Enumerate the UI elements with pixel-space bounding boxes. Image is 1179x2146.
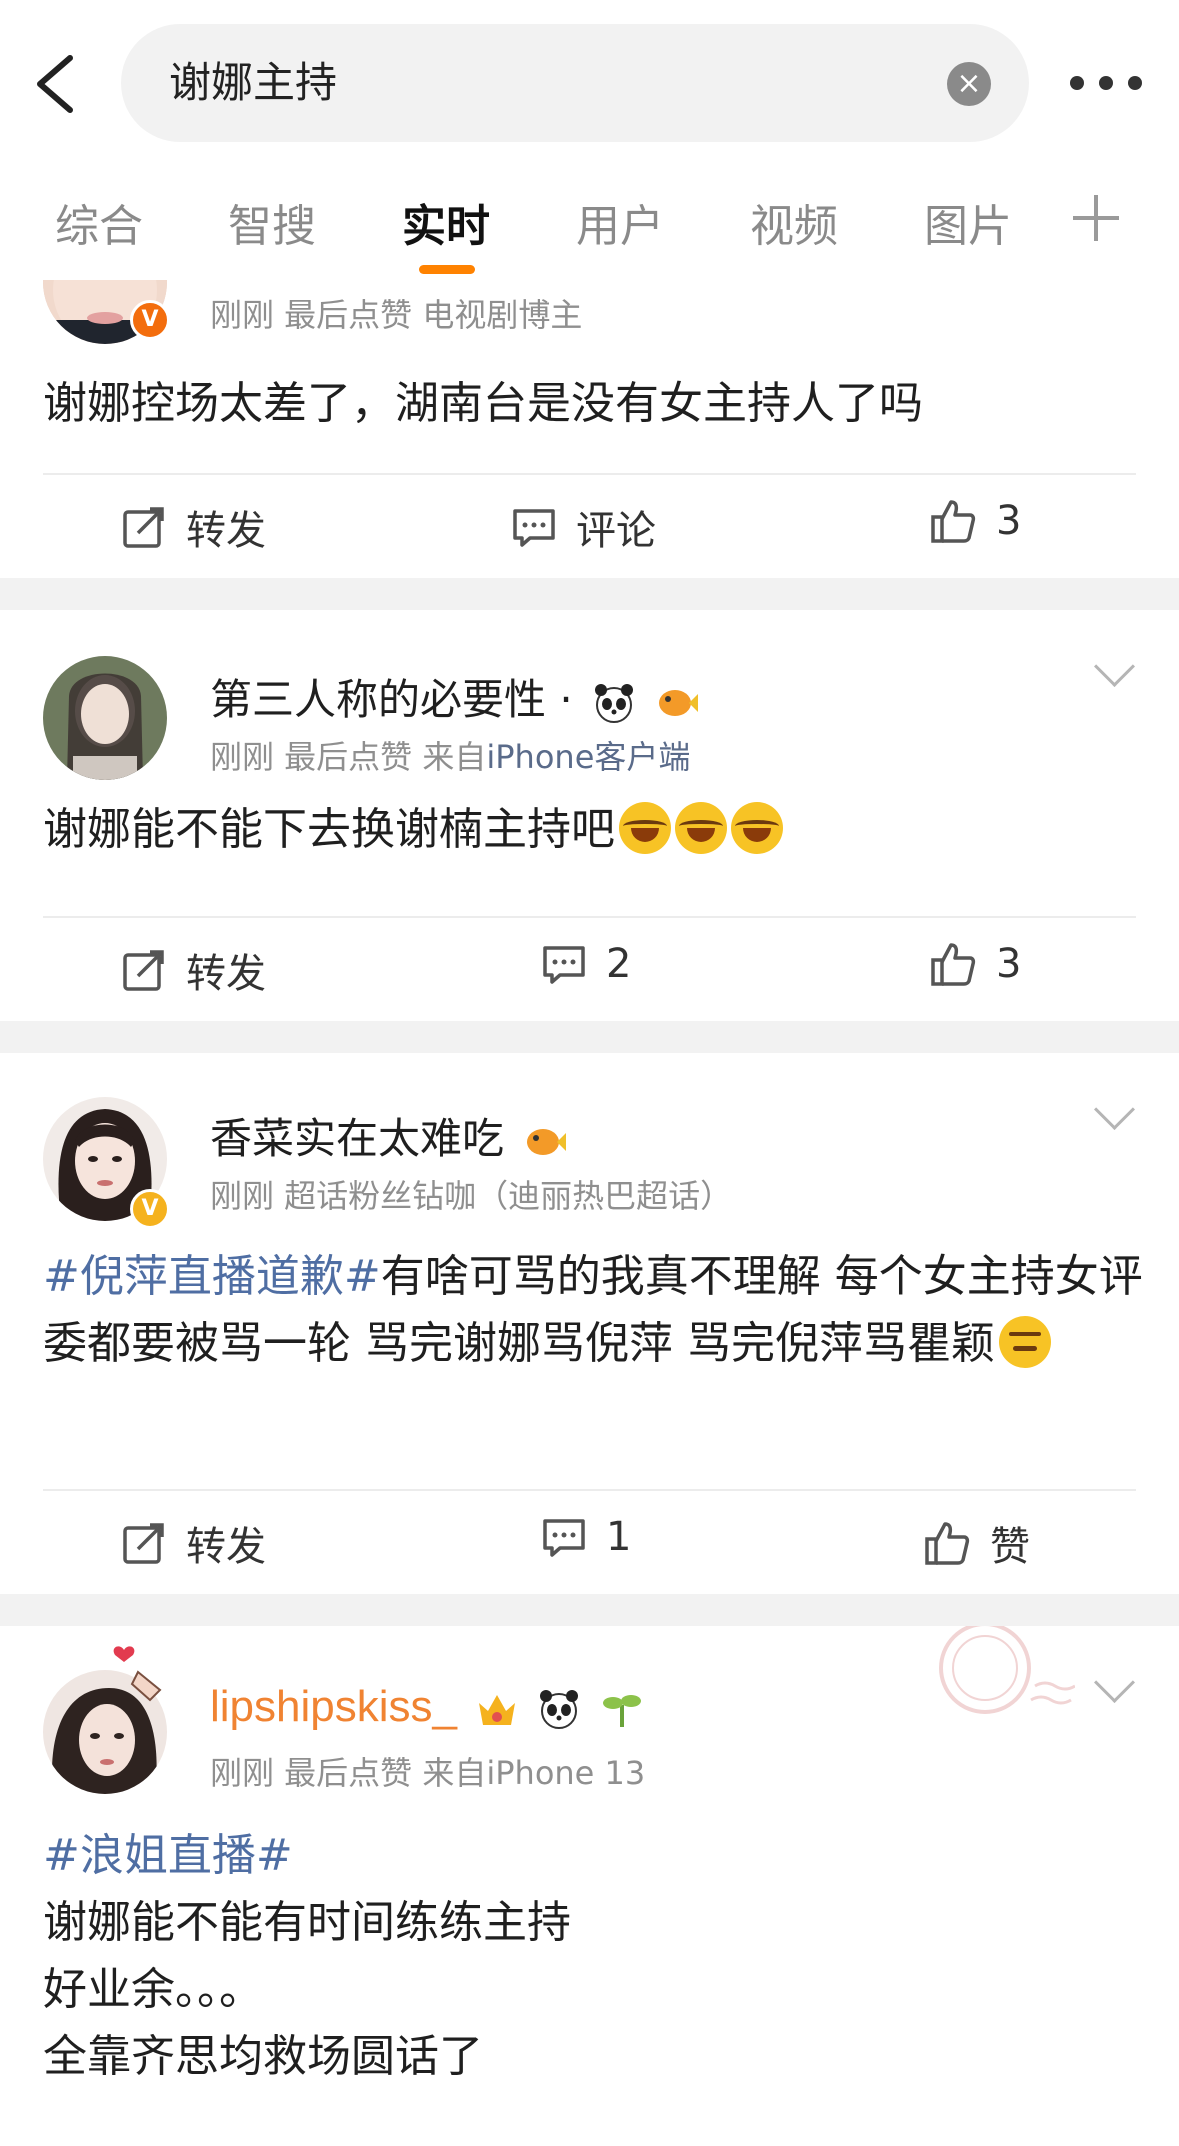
divider [43,473,1136,475]
tab-images[interactable]: 图片 [924,190,1012,254]
repost-button[interactable]: 转发 [122,498,266,556]
username[interactable]: 香菜实在太难吃 [210,1105,567,1166]
laugh-cry-emoji-icon [731,802,783,854]
comment-icon [543,946,585,984]
feed: V 刚刚 最后点赞 电视剧博主 谢娜控场太差了，湖南台是没有女主持人了吗 转发 … [0,220,1179,2146]
sprout-icon [602,1695,641,1728]
back-arrow-icon[interactable] [28,52,84,116]
post-text-block: 谢娜能不能下去换谢楠主持吧 [43,796,1143,863]
post-text-block: #倪萍直播道歉#有啥可骂的我真不理解 每个女主持女评委都要被骂一轮 骂完谢娜骂倪… [43,1243,1143,1377]
comment-icon [513,509,555,547]
like-icon [931,943,976,986]
like-icon [931,500,976,543]
chevron-down-icon[interactable] [1093,645,1136,688]
smirk-emoji-icon [998,1316,1051,1368]
repost-button[interactable]: 转发 [122,941,266,999]
comment-icon [543,1519,585,1557]
post-meta: 刚刚 最后点赞 电视剧博主 [210,296,583,334]
like-button[interactable]: 3 [930,498,1021,544]
tab-users[interactable]: 用户 [576,190,664,254]
laugh-cry-emoji-icon [675,802,727,854]
comment-button[interactable]: 2 [542,941,631,987]
post-text: 谢娜控场太差了，湖南台是没有女主持人了吗 [43,378,923,429]
verified-badge-icon: V [130,300,170,340]
comment-button[interactable]: 评论 [512,498,656,556]
toutiao-stamp-watermark [939,1626,1075,1714]
chevron-down-icon[interactable] [1093,1661,1136,1704]
meta-source[interactable]: iPhone客户端 [486,738,690,776]
search-input[interactable]: 谢娜主持 [169,24,337,142]
like-icon [925,1522,970,1565]
tab-realtime[interactable]: 实时 [402,190,490,254]
repost-icon [123,950,164,991]
like-count: 3 [996,941,1022,987]
chevron-down-icon[interactable] [1093,1088,1136,1131]
clear-icon[interactable]: × [947,62,991,106]
repost-label: 转发 [186,1524,266,1570]
separator [0,1021,1179,1053]
top-bar: 谢娜主持 × [0,0,1179,165]
tab-smart-search[interactable]: 智搜 [228,190,316,254]
topic-hashtag[interactable]: #浪姐直播# [43,1822,1143,1889]
meta-time: 刚刚 最后点赞 来自 [210,738,487,776]
fish-icon [659,689,699,716]
laugh-cry-emoji-icon [619,802,671,854]
post-text-line: 谢娜能不能有时间练练主持 [43,1897,571,1948]
tab-comprehensive[interactable]: 综合 [55,190,143,254]
search-box[interactable]: 谢娜主持 × [121,24,1029,142]
like-button[interactable]: 3 [930,941,1021,987]
username-text: 香菜实在太难吃 [210,1114,505,1163]
comment-count: 1 [606,1514,632,1560]
like-count: 3 [996,498,1022,544]
post-meta: 刚刚 最后点赞 来自iPhone 13 [210,1754,646,1792]
add-tab-icon[interactable] [1073,195,1119,241]
username-text: lipshipskiss_ [210,1682,457,1731]
like-button[interactable]: 赞 [924,1514,1030,1572]
username[interactable]: lipshipskiss_ [210,1682,644,1732]
more-icon[interactable] [1066,70,1146,98]
repost-label: 转发 [186,508,266,554]
post-card[interactable]: 第三人称的必要性 · 刚刚 最后点赞 来自iPhone客户端 谢娜能不能下去换谢… [0,610,1179,1021]
panda-icon [595,683,634,723]
repost-label: 转发 [186,951,266,997]
post-card[interactable]: lipshipskiss_ 刚刚 最后点赞 来自iPhone 13 #浪姐直播#… [0,1626,1179,2146]
post-meta: 刚刚 超话粉丝钻咖（迪丽热巴超话） [210,1177,733,1215]
active-tab-indicator [419,265,475,274]
username-text: 第三人称的必要性 · [210,675,573,724]
divider [43,1489,1136,1491]
username[interactable]: 第三人称的必要性 · [210,666,699,727]
panda-icon [540,1690,579,1730]
post-text-line: 好业余。。。 [43,1964,263,2015]
post-card[interactable]: V 香菜实在太难吃 刚刚 超话粉丝钻咖（迪丽热巴超话） #倪萍直播道歉#有啥可骂… [0,1053,1179,1594]
comment-count: 2 [606,941,632,987]
heart-hand-icon [113,1646,162,1702]
post-meta: 刚刚 最后点赞 来自iPhone客户端 [210,732,690,778]
verified-badge-icon: V [130,1189,170,1229]
repost-button[interactable]: 转发 [122,1514,266,1572]
post-text: 谢娜能不能下去换谢楠主持吧 [43,804,615,855]
topic-hashtag[interactable]: #倪萍直播道歉# [43,1251,381,1302]
like-label: 赞 [990,1524,1030,1570]
divider [43,916,1136,918]
comment-label: 评论 [576,508,656,554]
tab-video[interactable]: 视频 [750,190,838,254]
repost-icon [123,507,164,548]
avatar[interactable] [43,656,167,780]
tab-bar: 综合 智搜 实时 用户 视频 图片 [0,165,1179,280]
post-text-line: 全靠齐思均救场圆话了 [43,2031,483,2082]
fish-icon [527,1128,567,1155]
comment-button[interactable]: 1 [542,1514,631,1560]
post-card[interactable]: V 刚刚 最后点赞 电视剧博主 谢娜控场太差了，湖南台是没有女主持人了吗 转发 … [0,220,1179,578]
separator [0,1594,1179,1626]
crown-icon [479,1695,516,1726]
post-text-block: #浪姐直播# 谢娜能不能有时间练练主持 好业余。。。 全靠齐思均救场圆话了 [43,1822,1143,2090]
separator [0,578,1179,610]
repost-icon [123,1523,164,1564]
